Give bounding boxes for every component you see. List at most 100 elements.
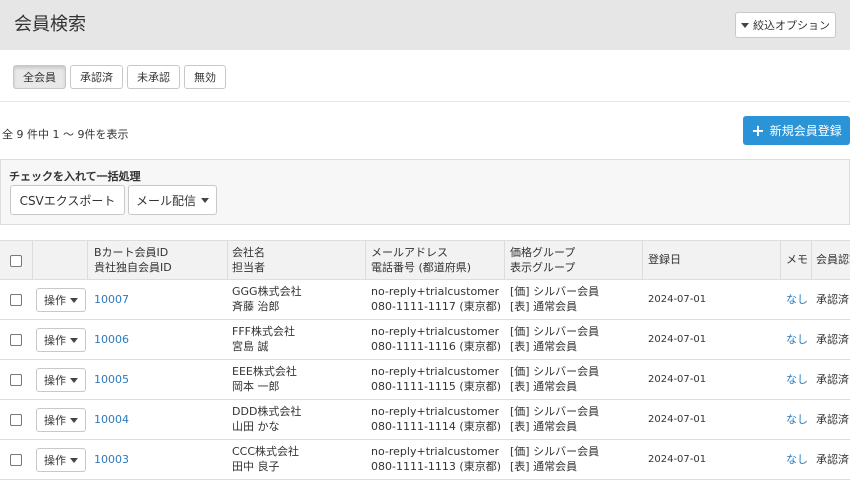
caret-down-icon bbox=[741, 22, 749, 28]
row-action-label: 操作 bbox=[44, 334, 66, 347]
email: no-reply+trialcustomer… bbox=[371, 365, 499, 378]
row-action-button[interactable]: 操作 bbox=[36, 288, 86, 312]
status-filter-tabs: 全会員 承認済 未承認 無効 bbox=[13, 65, 226, 89]
row-checkbox[interactable] bbox=[10, 334, 22, 346]
display-group: [表] 通常会員 bbox=[510, 380, 578, 393]
filter-options-label: 絞込オプション bbox=[753, 19, 830, 32]
display-group: [表] 通常会員 bbox=[510, 460, 578, 473]
approval-status: 承認済 bbox=[816, 293, 849, 306]
row-checkbox[interactable] bbox=[10, 454, 22, 466]
memo-link[interactable]: なし bbox=[786, 373, 808, 387]
tab-all-members[interactable]: 全会員 bbox=[13, 65, 66, 89]
company-name: GGG株式会社 bbox=[232, 285, 302, 298]
row-action-label: 操作 bbox=[44, 374, 66, 387]
tab-disabled[interactable]: 無効 bbox=[184, 65, 226, 89]
registered-date: 2024-07-01 bbox=[648, 334, 707, 345]
header-email: メールアドレス bbox=[371, 246, 448, 259]
display-group: [表] 通常会員 bbox=[510, 420, 578, 433]
table-row: 操作 10005 EEE株式会社 岡本 一郎 no-reply+trialcus… bbox=[0, 360, 850, 400]
contact-person: 田中 良子 bbox=[232, 460, 280, 473]
memo-link[interactable]: なし bbox=[786, 333, 808, 347]
table-header: Bカート会員ID 貴社独自会員ID 会社名 担当者 メールアドレス 電話番号 (… bbox=[0, 240, 850, 281]
row-checkbox[interactable] bbox=[10, 374, 22, 386]
phone: 080-1111-1114 (東京都) bbox=[371, 420, 502, 433]
price-group: [価] シルバー会員 bbox=[510, 325, 600, 338]
header-display-group: 表示グループ bbox=[510, 261, 576, 274]
email: no-reply+trialcustomer… bbox=[371, 405, 499, 418]
column-divider bbox=[642, 241, 643, 281]
row-action-button[interactable]: 操作 bbox=[36, 448, 86, 472]
memo-link[interactable]: なし bbox=[786, 453, 808, 467]
select-all-checkbox[interactable] bbox=[10, 255, 22, 267]
approval-status: 承認済 bbox=[816, 453, 849, 466]
row-action-button[interactable]: 操作 bbox=[36, 328, 86, 352]
company-name: FFF株式会社 bbox=[232, 325, 295, 338]
row-action-button[interactable]: 操作 bbox=[36, 408, 86, 432]
tab-unapproved[interactable]: 未承認 bbox=[127, 65, 180, 89]
price-group: [価] シルバー会員 bbox=[510, 405, 600, 418]
caret-down-icon bbox=[70, 297, 78, 303]
column-divider bbox=[811, 241, 812, 281]
member-id-link[interactable]: 10003 bbox=[94, 453, 129, 467]
memo-link[interactable]: なし bbox=[786, 293, 808, 307]
registered-date: 2024-07-01 bbox=[648, 374, 707, 385]
contact-person: 山田 かな bbox=[232, 420, 280, 433]
page-header: 会員検索 絞込オプション bbox=[0, 0, 850, 50]
header-price-group: 価格グループ bbox=[510, 246, 576, 259]
csv-export-label: CSVエクスポート bbox=[19, 193, 116, 208]
member-id-link[interactable]: 10007 bbox=[94, 293, 129, 307]
email: no-reply+trialcustomer… bbox=[371, 325, 499, 338]
registered-date: 2024-07-01 bbox=[648, 414, 707, 425]
caret-down-icon bbox=[70, 377, 78, 383]
email: no-reply+trialcustomer… bbox=[371, 285, 499, 298]
company-name: EEE株式会社 bbox=[232, 365, 297, 378]
mail-delivery-button[interactable]: メール配信 bbox=[128, 185, 217, 215]
email: no-reply+trialcustomer… bbox=[371, 445, 499, 458]
phone: 080-1111-1113 (東京都) bbox=[371, 460, 502, 473]
header-memo: メモ bbox=[786, 253, 808, 266]
caret-down-icon bbox=[70, 457, 78, 463]
approval-status: 承認済 bbox=[816, 373, 849, 386]
price-group: [価] シルバー会員 bbox=[510, 365, 600, 378]
approval-status: 承認済 bbox=[816, 413, 849, 426]
member-id-link[interactable]: 10004 bbox=[94, 413, 129, 427]
row-checkbox[interactable] bbox=[10, 294, 22, 306]
row-action-button[interactable]: 操作 bbox=[36, 368, 86, 392]
display-group: [表] 通常会員 bbox=[510, 340, 578, 353]
contact-person: 岡本 一郎 bbox=[232, 380, 280, 393]
table-row: 操作 10003 CCC株式会社 田中 良子 no-reply+trialcus… bbox=[0, 440, 850, 480]
memo-link[interactable]: なし bbox=[786, 413, 808, 427]
column-divider bbox=[504, 241, 505, 281]
phone: 080-1111-1116 (東京都) bbox=[371, 340, 502, 353]
plus-icon: + bbox=[751, 120, 765, 140]
tab-approved[interactable]: 承認済 bbox=[70, 65, 123, 89]
display-group: [表] 通常会員 bbox=[510, 300, 578, 313]
header-custom-id: 貴社独自会員ID bbox=[94, 261, 172, 274]
column-divider bbox=[87, 241, 88, 281]
filter-options-button[interactable]: 絞込オプション bbox=[735, 12, 836, 38]
caret-down-icon bbox=[201, 197, 209, 203]
registered-date: 2024-07-01 bbox=[648, 454, 707, 465]
caret-down-icon bbox=[70, 337, 78, 343]
contact-person: 宮島 誠 bbox=[232, 340, 269, 353]
csv-export-button[interactable]: CSVエクスポート bbox=[10, 185, 125, 215]
column-divider bbox=[780, 241, 781, 281]
phone: 080-1111-1115 (東京都) bbox=[371, 380, 502, 393]
header-company: 会社名 bbox=[232, 246, 265, 259]
header-phone: 電話番号 (都道府県) bbox=[371, 261, 472, 274]
column-divider bbox=[227, 241, 228, 281]
member-id-link[interactable]: 10005 bbox=[94, 373, 129, 387]
registered-date: 2024-07-01 bbox=[648, 294, 707, 305]
row-checkbox[interactable] bbox=[10, 414, 22, 426]
table-row: 操作 10007 GGG株式会社 斉藤 治郎 no-reply+trialcus… bbox=[0, 280, 850, 320]
page-title: 会員検索 bbox=[14, 14, 86, 35]
company-name: DDD株式会社 bbox=[232, 405, 302, 418]
bulk-action-title: チェックを入れて一括処理 bbox=[9, 170, 141, 183]
new-member-button[interactable]: + 新規会員登録 bbox=[743, 116, 850, 145]
column-divider bbox=[32, 241, 33, 281]
price-group: [価] シルバー会員 bbox=[510, 445, 600, 458]
member-id-link[interactable]: 10006 bbox=[94, 333, 129, 347]
caret-down-icon bbox=[70, 417, 78, 423]
approval-status: 承認済 bbox=[816, 333, 849, 346]
table-row: 操作 10004 DDD株式会社 山田 かな no-reply+trialcus… bbox=[0, 400, 850, 440]
